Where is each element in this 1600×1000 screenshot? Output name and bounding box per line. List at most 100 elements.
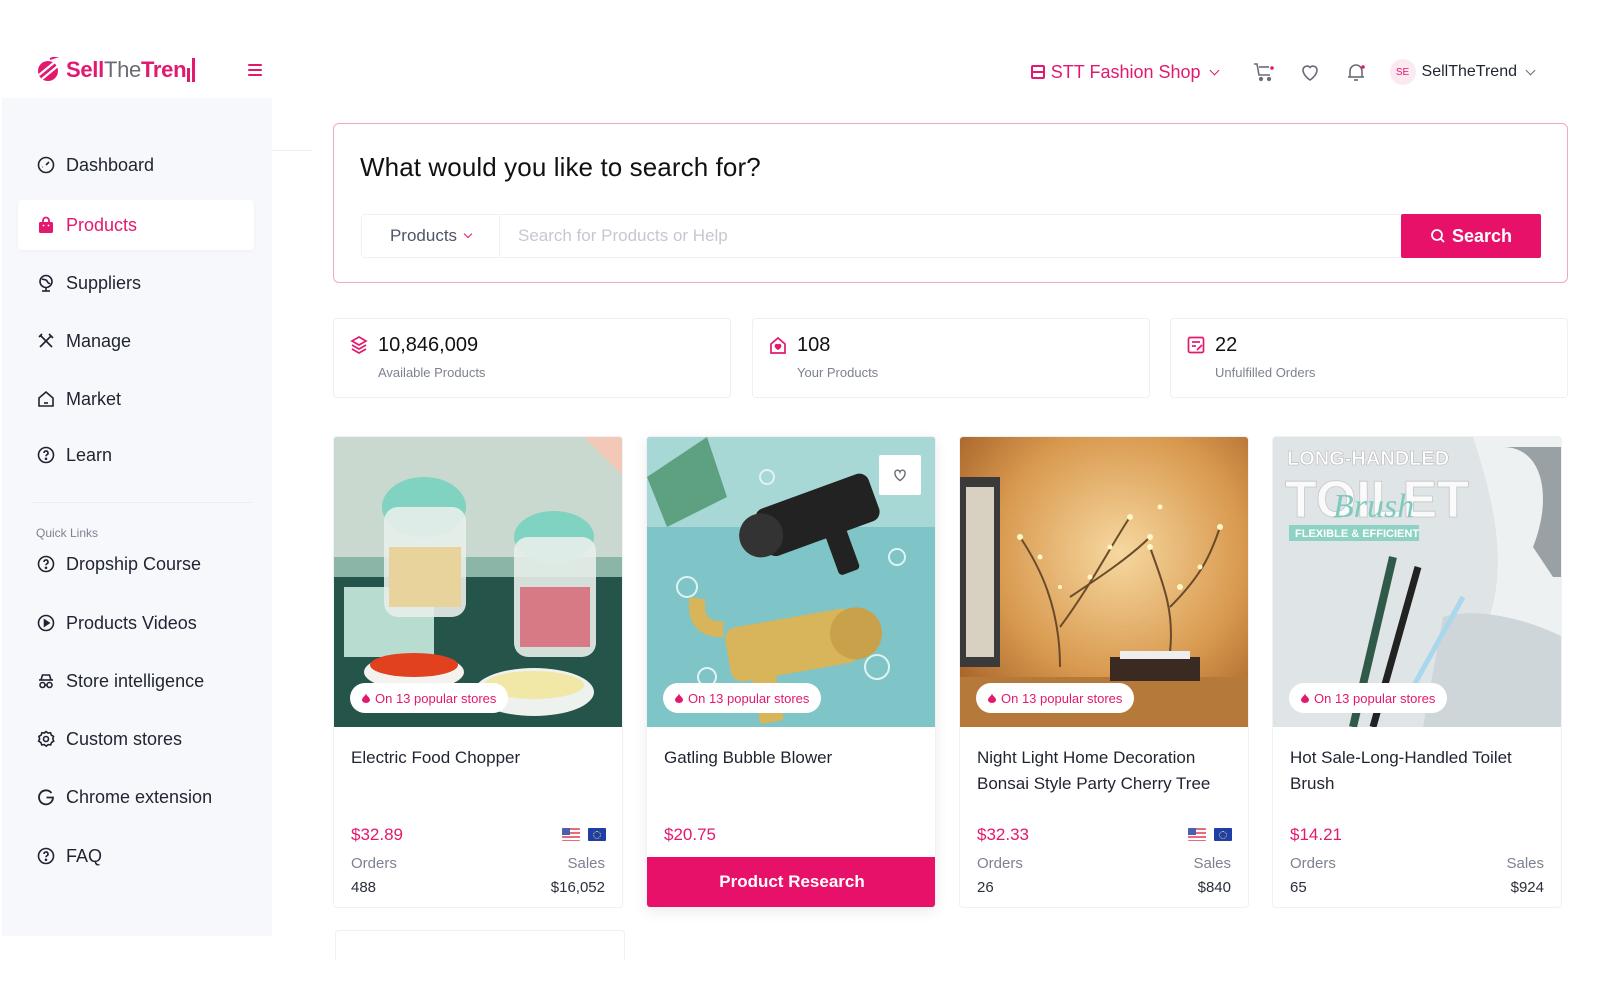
product-research-button[interactable]: Product Research [647,857,935,907]
search-scope-dropdown[interactable]: Products [362,215,500,257]
sidebar-item-label: Products [66,214,138,235]
quick-link-label: Dropship Course [66,553,202,574]
product-image[interactable]: On 13 popular stores [647,437,935,727]
quick-link-label: FAQ [66,845,103,866]
search-icon [1431,229,1445,243]
heart-icon [894,469,906,482]
gear-icon [36,729,56,749]
question-circle-icon [36,445,56,465]
question-circle-icon [36,846,56,866]
menu-toggle-icon[interactable] [248,64,262,76]
content-divider [272,150,312,151]
cart-icon[interactable] [1252,60,1276,84]
product-title[interactable]: Hot Sale-Long-Handled Toilet Brush [1290,745,1552,797]
orders-label: Orders [977,855,1023,872]
search-button[interactable]: Search [1401,214,1541,258]
sidebar-item-label: Suppliers [66,272,142,293]
bell-icon[interactable] [1344,60,1368,84]
shipping-flags [1188,828,1232,841]
avatar: SE [1389,59,1416,85]
popular-stores-badge: On 13 popular stores [350,683,509,713]
popular-stores-badge: On 13 popular stores [663,683,822,713]
quick-link-store-intelligence[interactable]: Store intelligence [18,656,254,706]
search-scope-value: Products [389,226,458,245]
product-price: $20.75 [664,825,716,844]
badge-text: On 13 popular stores [688,690,810,706]
google-icon [36,787,56,807]
quick-link-chrome-extension[interactable]: Chrome extension [18,772,254,822]
sales-label: Sales [1506,855,1544,872]
chevron-down-icon [1209,65,1219,75]
sidebar-item-suppliers[interactable]: Suppliers [18,258,254,308]
heart-icon[interactable] [1298,60,1322,84]
badge-text: On 13 popular stores [1001,690,1123,706]
quick-link-label: Chrome extension [66,786,213,807]
product-title[interactable]: Gatling Bubble Blower [664,745,926,771]
search-panel: What would you like to search for? Produ… [333,123,1568,283]
quick-link-custom-stores[interactable]: Custom stores [18,714,254,764]
sidebar-item-label: Learn [66,444,113,465]
quick-link-products-videos[interactable]: Products Videos [18,598,254,648]
sales-value: $840 [1197,879,1231,896]
badge-text: On 13 popular stores [375,690,497,706]
product-card[interactable]: On 13 popular stores Night Light Home De… [959,436,1249,908]
stat-your-products: 108 Your Products [752,318,1150,398]
us-flag-icon [1188,828,1206,841]
product-card[interactable]: On 13 popular stores Electric Food Chopp… [333,436,623,908]
search-bar: Products Search [361,214,1541,258]
play-circle-icon [36,613,56,633]
stat-label: Your Products [797,365,879,380]
orders-value: 65 [1290,879,1307,896]
product-title[interactable]: Electric Food Chopper [351,745,613,771]
product-card[interactable]: LONG-HANDLED TOILET Brush FLEXIBLE & EFF… [1272,436,1562,908]
fire-icon [988,693,996,703]
fire-icon [362,693,370,703]
logo[interactable]: SellTheTren [36,57,196,83]
product-price: $14.21 [1290,825,1342,844]
search-input[interactable] [500,215,1401,257]
product-image[interactable]: On 13 popular stores [334,437,622,727]
product-image[interactable]: On 13 popular stores [960,437,1248,727]
product-card[interactable]: On 13 popular stores Gatling Bubble Blow… [646,436,936,908]
globe-icon [36,273,56,293]
us-flag-icon [562,828,580,841]
next-row-card-edge [335,930,625,960]
stat-value: 22 [1215,334,1238,356]
popular-stores-badge: On 13 popular stores [976,683,1135,713]
sidebar-item-learn[interactable]: Learn [18,430,254,480]
product-price: $32.33 [977,825,1029,844]
chevron-down-icon [463,229,473,239]
store-icon [1030,65,1045,79]
tools-icon [36,331,56,351]
stat-unfulfilled-orders: 22 Unfulfilled Orders [1170,318,1568,398]
product-image[interactable]: LONG-HANDLED TOILET Brush FLEXIBLE & EFF… [1273,437,1561,727]
badge-text: On 13 popular stores [1314,690,1436,706]
sales-label: Sales [567,855,605,872]
orders-value: 488 [351,879,377,896]
quick-link-dropship-course[interactable]: Dropship Course [18,539,254,589]
shop-name: STT Fashion Shop [1050,61,1201,82]
add-favorite-button[interactable] [879,455,921,495]
sidebar: Dashboard Products Suppliers Manage Mark… [2,98,272,936]
sales-value: $16,052 [550,879,605,896]
image-caption-line-3: Brush [1333,488,1414,525]
sidebar-item-market[interactable]: Market [18,374,254,424]
sales-value: $924 [1510,879,1544,896]
orders-label: Orders [351,855,397,872]
quick-links-title: Quick Links [36,526,99,540]
sidebar-item-products[interactable]: Products [18,200,254,250]
edit-list-icon [1186,335,1206,355]
user-menu[interactable]: SE SellTheTrend [1389,59,1536,85]
chevron-down-icon [1525,65,1536,75]
shop-selector[interactable]: STT Fashion Shop [1030,61,1219,83]
sidebar-item-manage[interactable]: Manage [18,316,254,366]
stat-label: Unfulfilled Orders [1215,365,1316,380]
product-title[interactable]: Night Light Home Decoration Bonsai Style… [977,745,1239,797]
orders-value: 26 [977,879,994,896]
image-caption-line-4: FLEXIBLE & EFFICIENT [1295,528,1419,540]
sidebar-item-dashboard[interactable]: Dashboard [18,140,254,190]
search-heading: What would you like to search for? [360,152,761,182]
quick-link-faq[interactable]: FAQ [18,831,254,881]
fire-icon [675,693,683,703]
eu-flag-icon [1214,828,1232,841]
